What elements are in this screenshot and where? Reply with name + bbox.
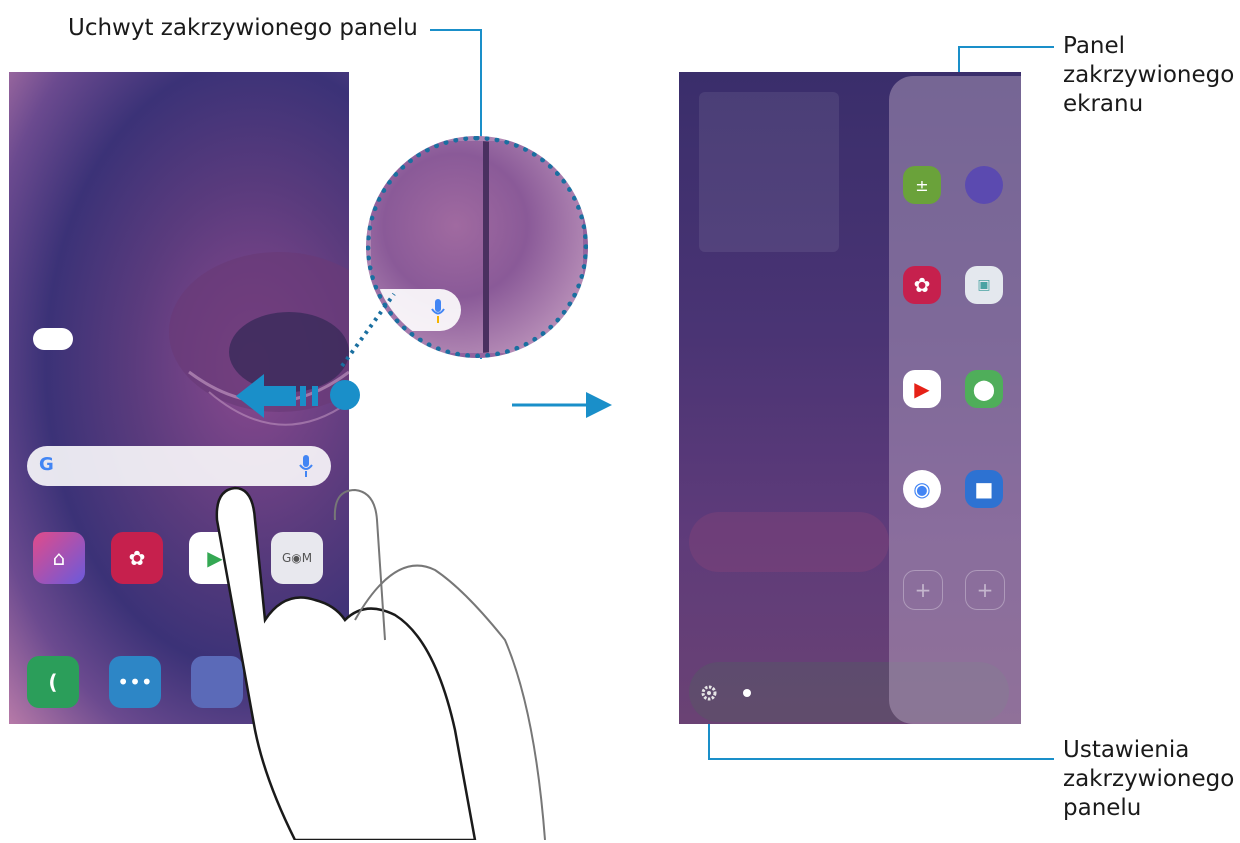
mic-icon[interactable]	[299, 455, 313, 477]
maps-icon[interactable]: ⬤	[965, 370, 1003, 408]
google-g-icon: G	[39, 454, 54, 475]
swipe-left-arrow-icon	[236, 374, 318, 418]
settings-callout-line-3: panelu	[1063, 795, 1142, 821]
settings-callout-line-2: zakrzywionego	[1063, 766, 1235, 792]
panel-callout-line-h	[958, 46, 1054, 48]
panel-callout-line-2: zakrzywionego	[1063, 62, 1235, 88]
phone-icon[interactable]: (	[27, 656, 79, 708]
panel-callout-label: Panel zakrzywionego ekranu	[1063, 32, 1234, 119]
settings-callout-line-h	[708, 758, 1054, 760]
edge-panel-screen: ± ✿ ▣ ▶ ⬤ ◉ ■ + +	[679, 72, 1021, 724]
store-icon[interactable]: ⌂	[33, 532, 85, 584]
gallery-icon[interactable]: ✿	[111, 532, 163, 584]
settings-callout-label: Ustawienia zakrzywionego panelu	[1063, 736, 1234, 823]
page-indicator-dot	[743, 689, 751, 697]
gallery-icon[interactable]: ✿	[903, 266, 941, 304]
zoom-edge-line	[483, 141, 489, 353]
handle-callout-label: Uchwyt zakrzywionego panelu	[68, 15, 418, 41]
panel-callout-line-3: ekranu	[1063, 91, 1144, 117]
hand-icon	[215, 486, 546, 840]
calculator-icon[interactable]: ±	[903, 166, 941, 204]
folder-icon[interactable]: ▣	[965, 266, 1003, 304]
mic-icon	[431, 299, 445, 323]
zoom-connector	[340, 292, 396, 368]
chrome-icon[interactable]: ◉	[903, 470, 941, 508]
add-app-slot-1[interactable]: +	[903, 570, 943, 610]
notes-icon[interactable]	[965, 166, 1003, 204]
edge-panel: ± ✿ ▣ ▶ ⬤ ◉ ■ + +	[889, 76, 1021, 724]
blurred-text-block	[699, 92, 839, 252]
edge-panel-handle[interactable]	[330, 380, 360, 410]
blurred-app-row	[689, 512, 889, 572]
gear-icon[interactable]	[700, 684, 718, 702]
youtube-icon[interactable]: ▶	[903, 370, 941, 408]
transition-arrow-icon	[512, 392, 612, 418]
panel-callout-line-1: Panel	[1063, 33, 1126, 59]
settings-callout-line-1: Ustawienia	[1063, 737, 1190, 763]
messages-icon[interactable]: •••	[109, 656, 161, 708]
add-app-slot-2[interactable]: +	[965, 570, 1005, 610]
video-icon[interactable]: ■	[965, 470, 1003, 508]
handle-callout-line-h	[430, 29, 482, 31]
cloud-icon	[33, 328, 73, 350]
